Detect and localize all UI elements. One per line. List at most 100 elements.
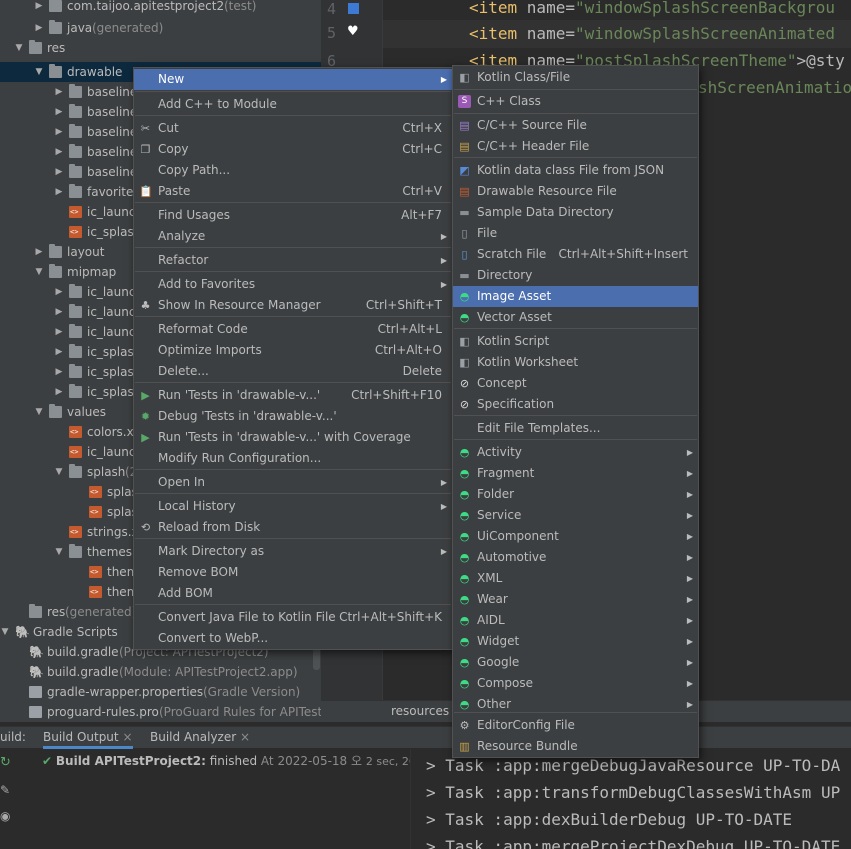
menu-item[interactable]: S C++ Class bbox=[453, 91, 698, 112]
menu-separator bbox=[454, 415, 697, 416]
chevron-right-icon[interactable]: ▶ bbox=[54, 162, 64, 182]
menu-item[interactable]: ▬ Sample Data Directory bbox=[453, 202, 698, 223]
xml-file-icon bbox=[69, 426, 82, 438]
chevron-down-icon[interactable]: ▼ bbox=[54, 542, 64, 562]
menu-item[interactable]: ◓ Compose ▶ bbox=[453, 673, 698, 694]
menu-item[interactable]: ✹ Debug 'Tests in 'drawable-v...' bbox=[134, 406, 452, 427]
menu-item[interactable]: Convert to WebP... bbox=[134, 628, 452, 649]
chevron-right-icon[interactable]: ▶ bbox=[34, 0, 44, 16]
menu-item[interactable]: ◓ UiComponent ▶ bbox=[453, 526, 698, 547]
menu-item[interactable]: ⚙ EditorConfig File bbox=[453, 715, 698, 736]
folder-icon bbox=[69, 184, 82, 198]
menu-item[interactable]: ◓ XML ▶ bbox=[453, 568, 698, 589]
menu-item[interactable]: Mark Directory as ▶ bbox=[134, 541, 452, 562]
tree-row[interactable]: gradle-wrapper.properties (Gradle Versio… bbox=[0, 682, 321, 702]
chevron-right-icon[interactable]: ▶ bbox=[54, 302, 64, 322]
chevron-right-icon[interactable]: ▶ bbox=[54, 362, 64, 382]
tree-row[interactable]: ▶ java (generated) bbox=[0, 18, 321, 38]
menu-item[interactable]: ◓ Wear ▶ bbox=[453, 589, 698, 610]
menu-item[interactable]: Add BOM bbox=[134, 583, 452, 604]
menu-item[interactable]: ⟲ Reload from Disk bbox=[134, 517, 452, 538]
chevron-down-icon[interactable]: ▼ bbox=[54, 462, 64, 482]
chevron-right-icon[interactable]: ▶ bbox=[54, 342, 64, 362]
menu-item[interactable]: ◩ Kotlin data class File from JSON bbox=[453, 160, 698, 181]
chevron-right-icon[interactable]: ▶ bbox=[54, 382, 64, 402]
resources-tab[interactable]: resources bbox=[391, 704, 449, 718]
menu-item[interactable]: ⊘ Concept bbox=[453, 373, 698, 394]
menu-item[interactable]: ◓ Image Asset bbox=[453, 286, 698, 307]
menu-item[interactable]: ◧ Kotlin Worksheet bbox=[453, 352, 698, 373]
menu-item[interactable]: ◧ Kotlin Script bbox=[453, 331, 698, 352]
menu-item[interactable]: ▶ Run 'Tests in 'drawable-v...' with Cove… bbox=[134, 427, 452, 448]
build-status-row[interactable]: ✔ Build APITestProject2: finished At 202… bbox=[42, 752, 443, 769]
menu-item[interactable]: ▤ Drawable Resource File bbox=[453, 181, 698, 202]
menu-item[interactable]: Find Usages Alt+F7 bbox=[134, 205, 452, 226]
menu-item[interactable]: New ▶ bbox=[134, 69, 452, 90]
tree-row[interactable]: proguard-rules.pro (ProGuard Rules for A… bbox=[0, 702, 321, 722]
build-output-console[interactable]: > Task :app:mergeDebugJavaResource UP-TO… bbox=[410, 749, 851, 849]
chevron-right-icon[interactable]: ▶ bbox=[54, 322, 64, 342]
menu-item[interactable]: ◓ Google ▶ bbox=[453, 652, 698, 673]
menu-item[interactable]: 📋 Paste Ctrl+V bbox=[134, 181, 452, 202]
menu-item[interactable]: Add to Favorites ▶ bbox=[134, 274, 452, 295]
menu-item[interactable]: Optimize Imports Ctrl+Alt+O bbox=[134, 340, 452, 361]
menu-item[interactable]: ◓ Folder ▶ bbox=[453, 484, 698, 505]
chevron-right-icon[interactable]: ▶ bbox=[34, 242, 44, 262]
menu-item[interactable]: ▯ Scratch File Ctrl+Alt+Shift+Insert bbox=[453, 244, 698, 265]
menu-item[interactable]: Edit File Templates... bbox=[453, 418, 698, 439]
submenu-arrow-icon: ▶ bbox=[686, 448, 693, 457]
menu-item[interactable]: ▤ C/C++ Header File bbox=[453, 136, 698, 157]
menu-item[interactable]: ▤ C/C++ Source File bbox=[453, 115, 698, 136]
menu-item[interactable]: Open In ▶ bbox=[134, 472, 452, 493]
chevron-down-icon[interactable]: ▼ bbox=[0, 622, 10, 642]
menu-item[interactable]: ◓ AIDL ▶ bbox=[453, 610, 698, 631]
menu-item[interactable]: Refactor ▶ bbox=[134, 250, 452, 271]
menu-item[interactable]: ◧ Kotlin Class/File bbox=[453, 67, 698, 88]
menu-item[interactable]: Reformat Code Ctrl+Alt+L bbox=[134, 319, 452, 340]
chevron-right-icon[interactable]: ▶ bbox=[54, 102, 64, 122]
menu-item[interactable]: ✂ Cut Ctrl+X bbox=[134, 118, 452, 139]
tree-row[interactable]: 🐘 build.gradle (Module: APITestProject2.a… bbox=[0, 662, 321, 682]
chevron-down-icon[interactable]: ▼ bbox=[34, 262, 44, 282]
submenu-arrow-icon: ▶ bbox=[686, 616, 693, 625]
menu-item[interactable]: ◓ Activity ▶ bbox=[453, 442, 698, 463]
menu-item[interactable]: Delete... Delete bbox=[134, 361, 452, 382]
menu-item[interactable]: ◓ Automotive ▶ bbox=[453, 547, 698, 568]
menu-item[interactable]: ◓ Service ▶ bbox=[453, 505, 698, 526]
menu-item[interactable]: Convert Java File to Kotlin File Ctrl+Alt… bbox=[134, 607, 452, 628]
menu-item[interactable]: ▯ File bbox=[453, 223, 698, 244]
chevron-down-icon[interactable]: ▼ bbox=[34, 402, 44, 422]
menu-item[interactable]: ❐ Copy Ctrl+C bbox=[134, 139, 452, 160]
android-icon: ◓ bbox=[459, 614, 470, 627]
chevron-down-icon[interactable]: ▼ bbox=[14, 38, 24, 58]
tab-build-output[interactable]: Build Output × bbox=[43, 730, 133, 749]
menu-item[interactable]: ◓ Widget ▶ bbox=[453, 631, 698, 652]
menu-item[interactable]: ▥ Resource Bundle bbox=[453, 736, 698, 757]
chevron-down-icon[interactable]: ▼ bbox=[34, 62, 44, 82]
xml-file-icon bbox=[89, 486, 102, 498]
menu-item[interactable]: ▬ Directory bbox=[453, 265, 698, 286]
chevron-right-icon[interactable]: ▶ bbox=[54, 142, 64, 162]
rerun-icon[interactable]: ↻ bbox=[0, 755, 11, 770]
menu-item[interactable]: ♣ Show In Resource Manager Ctrl+Shift+T bbox=[134, 295, 452, 316]
tree-row[interactable]: ▶ com.taijoo.apitestproject2 (test) bbox=[0, 0, 321, 16]
chevron-right-icon[interactable]: ▶ bbox=[54, 82, 64, 102]
menu-item[interactable]: ◓ Vector Asset bbox=[453, 307, 698, 328]
menu-item[interactable]: Modify Run Configuration... bbox=[134, 448, 452, 469]
chevron-right-icon[interactable]: ▶ bbox=[54, 282, 64, 302]
menu-item[interactable]: Remove BOM bbox=[134, 562, 452, 583]
pin-icon[interactable]: ✎ bbox=[0, 783, 10, 797]
menu-item[interactable]: Add C++ to Module bbox=[134, 94, 452, 115]
menu-item[interactable]: ◓ Fragment ▶ bbox=[453, 463, 698, 484]
tree-row[interactable]: ▼ res bbox=[0, 38, 321, 58]
chevron-right-icon[interactable]: ▶ bbox=[54, 182, 64, 202]
menu-item[interactable]: Local History ▶ bbox=[134, 496, 452, 517]
menu-item[interactable]: ▶ Run 'Tests in 'drawable-v...' Ctrl+Shift… bbox=[134, 385, 452, 406]
eye-icon[interactable]: ◉ bbox=[0, 809, 10, 823]
menu-item[interactable]: Analyze ▶ bbox=[134, 226, 452, 247]
menu-item[interactable]: ⊘ Specification bbox=[453, 394, 698, 415]
chevron-right-icon[interactable]: ▶ bbox=[34, 18, 44, 38]
menu-item[interactable]: Copy Path... bbox=[134, 160, 452, 181]
chevron-right-icon[interactable]: ▶ bbox=[54, 122, 64, 142]
tab-build-analyzer[interactable]: Build Analyzer × bbox=[150, 730, 250, 744]
